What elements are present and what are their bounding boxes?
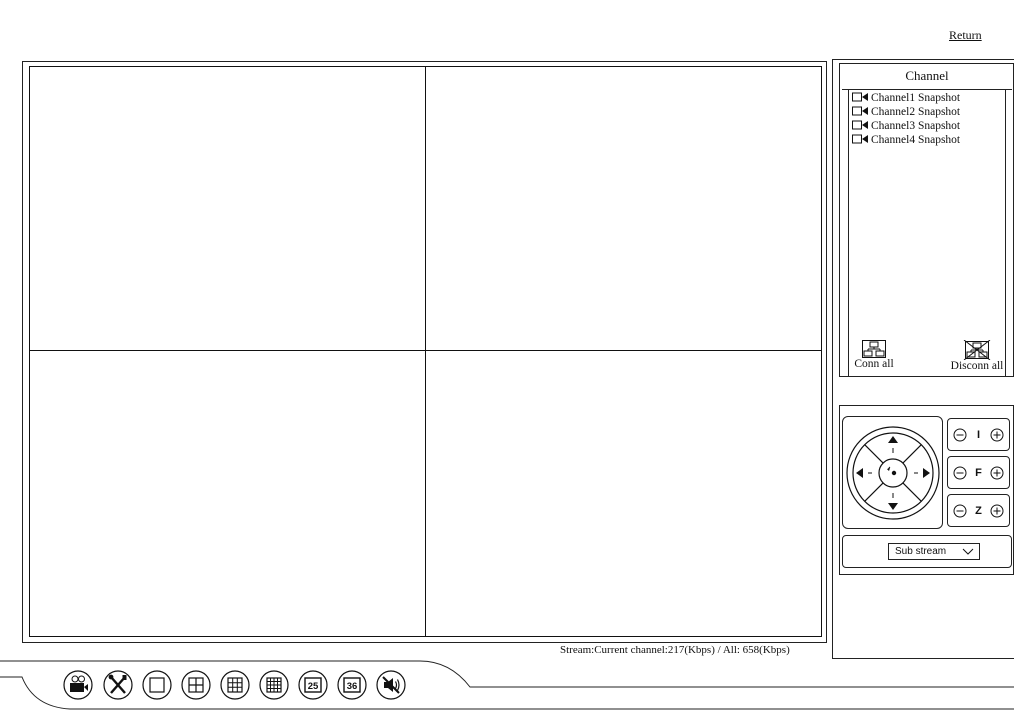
channel-item-label: Channel4 Snapshot bbox=[871, 134, 961, 146]
ptz-pad-frame bbox=[842, 416, 943, 529]
focus-plus-icon[interactable] bbox=[990, 466, 1004, 480]
zoom-control: Z bbox=[947, 494, 1010, 527]
zoom-label: Z bbox=[975, 504, 982, 517]
ptz-direction-pad[interactable] bbox=[843, 417, 942, 528]
ptz-left-arrow-icon bbox=[856, 468, 863, 478]
conn-all-label: Conn all bbox=[854, 358, 894, 370]
video-tile-2[interactable] bbox=[427, 67, 821, 350]
single-view-icon bbox=[142, 670, 172, 700]
iris-minus-icon[interactable] bbox=[953, 428, 967, 442]
camera-icon bbox=[852, 92, 868, 102]
camera-icon bbox=[852, 106, 868, 116]
camera-icon bbox=[852, 120, 868, 130]
camera-reel-icon bbox=[63, 670, 93, 700]
stream-type-select[interactable]: Sub stream bbox=[888, 543, 980, 560]
grid-4x4-icon bbox=[259, 670, 289, 700]
video-tile-1[interactable] bbox=[30, 67, 425, 350]
channel-item-label: Channel3 Snapshot bbox=[871, 120, 961, 132]
network-disconnect-icon bbox=[963, 340, 991, 360]
record-button[interactable] bbox=[63, 670, 93, 700]
conn-all-button[interactable]: Conn all bbox=[843, 340, 905, 370]
grid-2x2-icon bbox=[181, 670, 211, 700]
channel-item-label: Channel2 Snapshot bbox=[871, 106, 961, 118]
channel-item-1[interactable]: Channel1 Snapshot bbox=[852, 92, 960, 105]
camera-icon bbox=[852, 134, 868, 144]
settings-button[interactable] bbox=[103, 670, 133, 700]
grid-3x3-icon bbox=[220, 670, 250, 700]
zoom-minus-icon[interactable] bbox=[953, 504, 967, 518]
stream-select-value: Sub stream bbox=[895, 546, 947, 557]
focus-control: F bbox=[947, 456, 1010, 489]
layout-16-button[interactable] bbox=[259, 670, 289, 700]
layout-36-label: 36 bbox=[347, 681, 358, 692]
tools-icon bbox=[103, 670, 133, 700]
layout-25-button[interactable]: 25 bbox=[298, 670, 328, 700]
focus-label: F bbox=[975, 466, 982, 479]
grid-25-icon: 25 bbox=[298, 670, 328, 700]
channel-list: Channel1 Snapshot Channel2 Snapshot Chan… bbox=[848, 90, 1006, 376]
iris-plus-icon[interactable] bbox=[990, 428, 1004, 442]
ptz-right-arrow-icon bbox=[923, 468, 930, 478]
network-connect-icon bbox=[862, 340, 886, 358]
layout-25-label: 25 bbox=[308, 681, 319, 692]
chevron-down-icon bbox=[962, 548, 974, 555]
iris-control: I bbox=[947, 418, 1010, 451]
channel-item-2[interactable]: Channel2 Snapshot bbox=[852, 106, 960, 119]
channel-item-3[interactable]: Channel3 Snapshot bbox=[852, 120, 960, 133]
ptz-down-arrow-icon bbox=[888, 503, 898, 510]
ptz-up-arrow-icon bbox=[888, 436, 898, 443]
ptz-auto-icon bbox=[891, 470, 897, 476]
channel-item-label: Channel1 Snapshot bbox=[871, 92, 961, 104]
return-link[interactable]: Return bbox=[949, 28, 982, 43]
iris-label: I bbox=[976, 428, 981, 441]
channel-item-4[interactable]: Channel4 Snapshot bbox=[852, 134, 960, 147]
video-grid bbox=[29, 66, 822, 637]
layout-4-button[interactable] bbox=[181, 670, 211, 700]
channel-panel-title: Channel bbox=[842, 64, 1012, 90]
video-tile-3[interactable] bbox=[30, 352, 425, 635]
layout-9-button[interactable] bbox=[220, 670, 250, 700]
zoom-plus-icon[interactable] bbox=[990, 504, 1004, 518]
layout-36-button[interactable]: 36 bbox=[337, 670, 367, 700]
layout-1-button[interactable] bbox=[142, 670, 172, 700]
grid-36-icon: 36 bbox=[337, 670, 367, 700]
mute-icon bbox=[376, 670, 406, 700]
disconn-all-label: Disconn all bbox=[950, 360, 1004, 372]
disconn-all-button[interactable]: Disconn all bbox=[937, 340, 1014, 372]
focus-minus-icon[interactable] bbox=[953, 466, 967, 480]
video-tile-4[interactable] bbox=[427, 352, 821, 635]
mute-button[interactable] bbox=[376, 670, 406, 700]
